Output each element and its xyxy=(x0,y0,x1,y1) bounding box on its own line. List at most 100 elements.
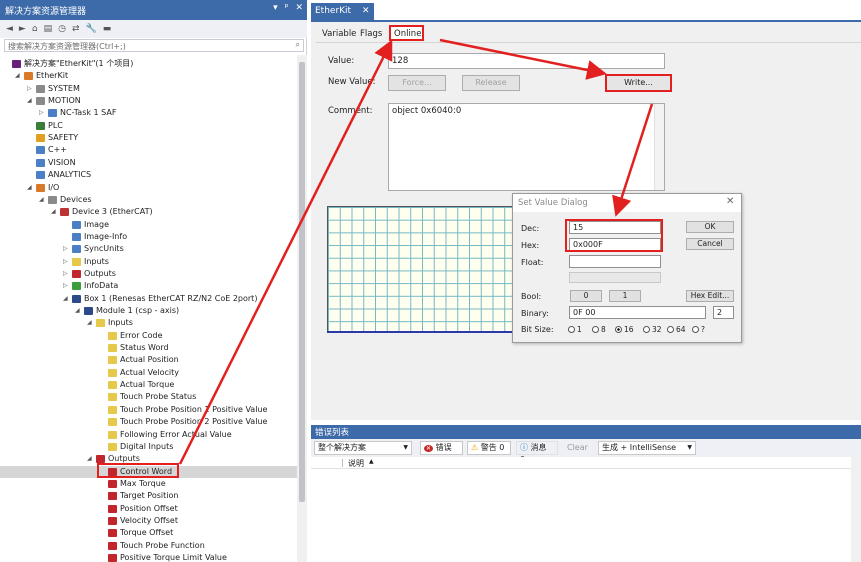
sync-icon[interactable]: ⇄ xyxy=(72,24,80,34)
tree-item[interactable]: ◢ Box 1 (Renesas EtherCAT RZ/N2 CoE 2port… xyxy=(0,293,297,305)
release-button[interactable]: Release xyxy=(462,75,520,91)
bool-true-button[interactable]: 1 xyxy=(609,290,641,302)
binary-field[interactable]: 0F 00 xyxy=(569,306,706,319)
tree-item[interactable]: C++ xyxy=(0,144,297,156)
expander-icon[interactable]: ◢ xyxy=(51,206,60,218)
switch-views-icon[interactable]: ▤ xyxy=(44,24,53,34)
tree-item[interactable]: Touch Probe Status xyxy=(0,391,297,403)
expander-icon[interactable]: ▷ xyxy=(39,107,48,119)
bitsize-radio-8[interactable]: 8 xyxy=(592,325,606,334)
expander-icon[interactable]: ◢ xyxy=(75,305,84,317)
tree-item[interactable]: ▷ Inputs xyxy=(0,256,297,268)
comment-scrollbar[interactable] xyxy=(654,104,664,190)
tree-item[interactable]: ▷ NC-Task 1 SAF xyxy=(0,107,297,119)
solution-search-input[interactable]: 搜索解决方案资源管理器(Ctrl+;) ⌕ xyxy=(4,39,304,52)
force-button[interactable]: Force... xyxy=(388,75,446,91)
write-button[interactable]: Write... xyxy=(605,74,672,92)
bitsize-radio-1[interactable]: 1 xyxy=(568,325,582,334)
build-filter-dropdown[interactable]: 生成 + IntelliSense ▼ xyxy=(598,441,696,455)
hex-edit-button[interactable]: Hex Edit... xyxy=(686,290,734,302)
expander-icon[interactable]: ▷ xyxy=(63,280,72,292)
tab-online[interactable]: Online xyxy=(389,25,424,41)
dropdown-icon[interactable]: ▾ xyxy=(273,3,278,13)
binary-size-field[interactable]: 2 xyxy=(713,306,734,319)
tree-item[interactable]: ▷ Outputs xyxy=(0,268,297,280)
error-list-scrollbar[interactable] xyxy=(851,457,861,562)
errors-filter-button[interactable]: ✕ 错误 0 xyxy=(420,441,463,465)
expander-icon[interactable]: ▷ xyxy=(63,268,72,280)
tree-item[interactable]: ▷ SYSTEM xyxy=(0,83,297,95)
expander-icon[interactable]: ◢ xyxy=(87,453,96,465)
tree-item[interactable]: ▷ InfoData xyxy=(0,280,297,292)
bool-false-button[interactable]: 0 xyxy=(570,290,602,302)
tree-item[interactable]: PLC xyxy=(0,120,297,132)
clear-button[interactable]: Clear xyxy=(563,441,591,455)
tree-item[interactable]: Image xyxy=(0,219,297,231)
tree-item[interactable]: ◢ MOTION xyxy=(0,95,297,107)
ok-button[interactable]: OK xyxy=(686,221,734,233)
home-icon[interactable]: ⌂ xyxy=(32,24,38,34)
tree-item[interactable]: Positive Torque Limit Value xyxy=(0,552,297,562)
warnings-filter-button[interactable]: ⚠ 警告 0 xyxy=(467,441,511,455)
tab-variable[interactable]: Variable xyxy=(319,28,359,42)
expander-icon[interactable]: ◢ xyxy=(63,293,72,305)
tree-item[interactable]: Touch Probe Position 1 Positive Value xyxy=(0,404,297,416)
expander-icon[interactable]: ◢ xyxy=(27,182,36,194)
pin-icon[interactable]: ᵖ xyxy=(285,3,289,13)
tree-item[interactable]: Digital Inputs xyxy=(0,441,297,453)
messages-filter-button[interactable]: ⓘ 消息 0 xyxy=(516,441,558,464)
tree-item[interactable]: VISION xyxy=(0,157,297,169)
expander-icon[interactable]: ◢ xyxy=(39,194,48,206)
tree-item[interactable]: ▷ SyncUnits xyxy=(0,243,297,255)
tree-item[interactable]: SAFETY xyxy=(0,132,297,144)
tree-item[interactable]: 解决方案"EtherKit"(1 个项目) xyxy=(0,58,297,70)
tree-item[interactable]: Velocity Offset xyxy=(0,515,297,527)
search-icon[interactable]: ⌕ xyxy=(296,40,300,50)
expander-icon[interactable]: ▷ xyxy=(63,256,72,268)
back-icon[interactable]: ◄ xyxy=(6,24,13,34)
tree-item[interactable]: Max Torque xyxy=(0,478,297,490)
tree-item[interactable]: Touch Probe Function xyxy=(0,540,297,552)
tree-item[interactable]: Position Offset xyxy=(0,503,297,515)
expander-icon[interactable]: ◢ xyxy=(87,317,96,329)
forward-icon[interactable]: ► xyxy=(19,24,26,34)
tree-item[interactable]: ◢ Module 1 (csp - axis) xyxy=(0,305,297,317)
tree-item[interactable]: ◢ EtherKit xyxy=(0,70,297,82)
scope-dropdown[interactable]: 整个解决方案 ▼ xyxy=(314,441,412,455)
tree-item[interactable]: Touch Probe Position 2 Positive Value xyxy=(0,416,297,428)
bitsize-radio-64[interactable]: 64 xyxy=(667,325,686,334)
tree-item[interactable]: Error Code xyxy=(0,330,297,342)
tab-close-icon[interactable]: ✕ xyxy=(362,6,370,16)
bitsize-radio-32[interactable]: 32 xyxy=(643,325,662,334)
dialog-close-icon[interactable]: ✕ xyxy=(726,196,734,207)
tree-item[interactable]: ANALYTICS xyxy=(0,169,297,181)
pending-changes-icon[interactable]: ◷ xyxy=(58,24,66,34)
tree-item[interactable]: Actual Velocity xyxy=(0,367,297,379)
properties-icon[interactable]: 🔧 xyxy=(85,24,96,34)
tree-item[interactable]: ◢ Device 3 (EtherCAT) xyxy=(0,206,297,218)
tree-item[interactable]: ◢ Devices xyxy=(0,194,297,206)
tree-item[interactable]: Image-Info xyxy=(0,231,297,243)
float-field[interactable] xyxy=(569,255,661,268)
tree-item[interactable]: Status Word xyxy=(0,342,297,354)
tab-etherkit[interactable]: EtherKit ✕ xyxy=(311,3,374,20)
expander-icon[interactable]: ▷ xyxy=(63,243,72,255)
tree-item[interactable]: Actual Position xyxy=(0,354,297,366)
bitsize-radio-unknown[interactable]: ? xyxy=(692,325,705,334)
expander-icon[interactable]: ◢ xyxy=(27,95,36,107)
column-description[interactable]: 说明 xyxy=(348,458,364,469)
collapse-icon[interactable]: ▬ xyxy=(103,24,112,34)
tree-item[interactable]: Following Error Actual Value xyxy=(0,429,297,441)
cancel-button[interactable]: Cancel xyxy=(686,238,734,250)
tree-item[interactable]: ◢ I/O xyxy=(0,182,297,194)
expander-icon[interactable]: ◢ xyxy=(15,70,24,82)
tree-item[interactable]: Target Position xyxy=(0,490,297,502)
close-icon[interactable]: ✕ xyxy=(295,3,303,13)
tab-flags[interactable]: Flags xyxy=(357,28,385,42)
tree-item[interactable]: Actual Torque xyxy=(0,379,297,391)
tree-item[interactable]: ◢ Inputs xyxy=(0,317,297,329)
expander-icon[interactable]: ▷ xyxy=(27,83,36,95)
bitsize-radio-16[interactable]: 16 xyxy=(615,325,634,334)
tree-item[interactable]: Torque Offset xyxy=(0,527,297,539)
tree-scroll-thumb[interactable] xyxy=(299,62,305,502)
